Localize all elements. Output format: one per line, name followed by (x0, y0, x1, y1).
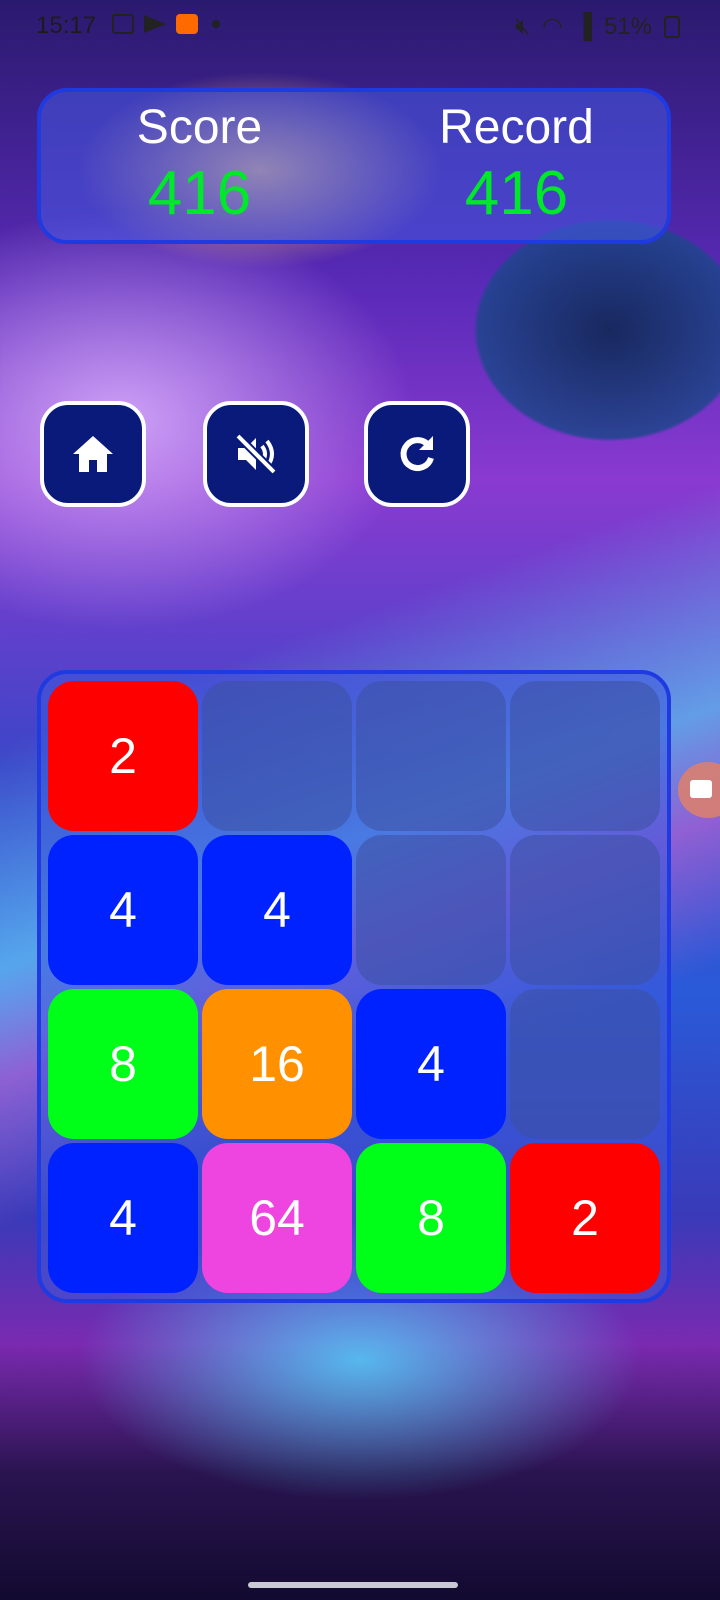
tile-4: 4 (48, 835, 198, 985)
status-bar: 15:17 🔇︎ ◠ ▐ 51% (0, 0, 720, 52)
home-button[interactable] (40, 401, 146, 507)
wifi-icon: ◠ (541, 13, 563, 40)
battery-icon (664, 15, 680, 38)
score-panel: Score 416 Record 416 (37, 88, 671, 244)
status-time: 15:17 (36, 12, 97, 39)
gallery-icon (112, 14, 134, 34)
score-section: Score 416 (41, 92, 358, 230)
home-gesture-bar[interactable] (248, 1582, 458, 1588)
tile-4: 4 (356, 989, 506, 1139)
empty-cell (510, 989, 660, 1139)
empty-cell (510, 835, 660, 985)
tile-8: 8 (48, 989, 198, 1139)
tile-16: 16 (202, 989, 352, 1139)
status-notification-icons (112, 14, 220, 34)
record-value: 416 (464, 159, 569, 228)
game-board[interactable]: 2 4 4 8 16 4 4 64 8 2 (37, 670, 671, 1303)
signal-icon: ▐ (574, 12, 592, 40)
empty-cell (510, 681, 660, 831)
sound-toggle-button[interactable] (203, 401, 309, 507)
empty-cell (356, 835, 506, 985)
restart-button[interactable] (364, 401, 470, 507)
home-icon (73, 436, 113, 472)
score-value: 416 (147, 159, 252, 228)
restart-icon (400, 436, 434, 472)
tile-2: 2 (510, 1143, 660, 1293)
record-label: Record (439, 101, 594, 154)
battery-percent: 51% (603, 12, 652, 40)
more-notifications-icon (212, 20, 220, 28)
tile-64: 64 (202, 1143, 352, 1293)
screen-recorder-icon (176, 14, 198, 34)
camera-icon (690, 780, 712, 798)
tile-8: 8 (356, 1143, 506, 1293)
mute-icon: 🔇︎ (514, 12, 530, 40)
sound-muted-icon (235, 433, 277, 475)
record-section: Record 416 (358, 92, 675, 230)
score-label: Score (136, 101, 263, 154)
empty-cell (202, 681, 352, 831)
telegram-icon (144, 15, 166, 33)
tile-2: 2 (48, 681, 198, 831)
empty-cell (356, 681, 506, 831)
tile-4: 4 (48, 1143, 198, 1293)
tile-4: 4 (202, 835, 352, 985)
status-system-icons: 🔇︎ ◠ ▐ 51% (515, 12, 680, 41)
